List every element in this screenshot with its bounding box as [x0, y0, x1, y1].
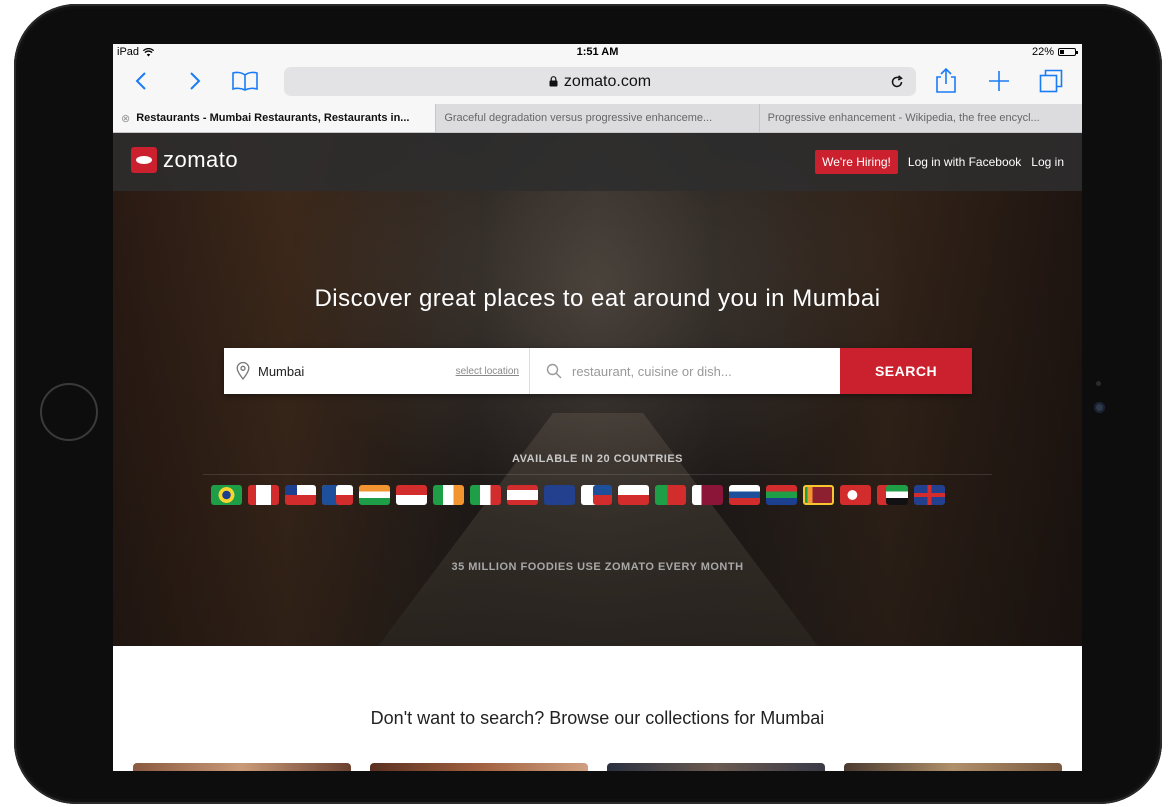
- forward-icon[interactable]: [189, 66, 201, 96]
- lock-icon: [549, 76, 558, 87]
- tab-wikipedia[interactable]: Progressive enhancement - Wikipedia, the…: [758, 104, 1082, 132]
- available-countries-text: AVAILABLE IN 20 COUNTRIES: [512, 453, 683, 465]
- flag-czech-icon[interactable]: [322, 485, 353, 505]
- search-placeholder: restaurant, cuisine or dish...: [572, 363, 732, 379]
- collection-card[interactable]: [844, 763, 1062, 771]
- select-location-link[interactable]: select location: [456, 366, 519, 377]
- flag-portugal-icon[interactable]: [655, 485, 686, 505]
- location-pin-icon: [236, 362, 250, 380]
- hero-headline: Discover great places to eat around you …: [314, 285, 881, 312]
- flag-new-zealand-icon[interactable]: [544, 485, 575, 505]
- login-link[interactable]: Log in: [1031, 155, 1064, 169]
- tabs-icon[interactable]: [1039, 66, 1063, 96]
- clock: 1:51 AM: [576, 46, 619, 58]
- tab-label: Progressive enhancement - Wikipedia, the…: [767, 112, 1040, 124]
- status-bar: iPad 1:51 AM 22%: [113, 44, 1082, 60]
- street-photo: [373, 413, 823, 646]
- new-tab-icon[interactable]: [988, 66, 1010, 96]
- flag-canada-icon[interactable]: [248, 485, 279, 505]
- screen: iPad 1:51 AM 22% zomato.com ⊗ Restaurant…: [113, 44, 1082, 771]
- flag-slovakia-icon[interactable]: [729, 485, 760, 505]
- tab-strip: ⊗ Restaurants - Mumbai Restaurants, Rest…: [113, 104, 1082, 133]
- tab-label: Graceful degradation versus progressive …: [444, 112, 713, 124]
- search-icon: [546, 363, 562, 379]
- collection-card[interactable]: [607, 763, 825, 771]
- search-button[interactable]: SEARCH: [840, 348, 972, 394]
- reload-icon[interactable]: [890, 75, 904, 89]
- sensor-dot: [1096, 381, 1101, 386]
- tab-graceful-degradation[interactable]: Graceful degradation versus progressive …: [435, 104, 758, 132]
- zomato-logo[interactable]: zomato: [131, 147, 238, 173]
- camera-lens: [1094, 402, 1105, 413]
- home-button[interactable]: [40, 383, 98, 441]
- logo-text: zomato: [163, 147, 239, 172]
- flag-brazil-icon[interactable]: [211, 485, 242, 505]
- web-content: zomato We're Hiring! Log in with Faceboo…: [113, 133, 1082, 771]
- address-bar[interactable]: zomato.com: [284, 67, 916, 96]
- hiring-button[interactable]: We're Hiring!: [815, 150, 898, 174]
- flag-qatar-icon[interactable]: [692, 485, 723, 505]
- bookmarks-icon[interactable]: [232, 66, 258, 96]
- collection-card[interactable]: [370, 763, 588, 771]
- back-icon[interactable]: [135, 66, 147, 96]
- search-bar: Mumbai select location restaurant, cuisi…: [224, 348, 972, 394]
- tab-zomato[interactable]: ⊗ Restaurants - Mumbai Restaurants, Rest…: [113, 104, 436, 132]
- location-field[interactable]: Mumbai select location: [224, 348, 530, 394]
- flag-philippines-icon[interactable]: [581, 485, 612, 505]
- flag-chile-icon[interactable]: [285, 485, 316, 505]
- battery-icon: [1058, 48, 1078, 56]
- location-value: Mumbai: [258, 363, 305, 379]
- zomato-logo-icon: [131, 147, 157, 173]
- facebook-login-link[interactable]: Log in with Facebook: [908, 155, 1021, 169]
- site-header: zomato We're Hiring! Log in with Faceboo…: [113, 133, 1082, 191]
- flag-poland-icon[interactable]: [618, 485, 649, 505]
- flag-uae-icon[interactable]: [877, 485, 908, 505]
- flag-uk-icon[interactable]: [914, 485, 945, 505]
- foodies-text: 35 MILLION FOODIES USE ZOMATO EVERY MONT…: [451, 561, 744, 573]
- collection-cards: [133, 763, 1062, 771]
- country-flags: [211, 485, 945, 505]
- share-icon[interactable]: [935, 66, 957, 96]
- header-nav: We're Hiring! Log in with Facebook Log i…: [815, 150, 1064, 174]
- flag-turkey-icon[interactable]: [840, 485, 871, 505]
- hero-section: zomato We're Hiring! Log in with Faceboo…: [113, 133, 1082, 646]
- collections-heading: Don't want to search? Browse our collect…: [370, 708, 825, 728]
- search-input[interactable]: restaurant, cuisine or dish...: [530, 348, 840, 394]
- collection-card[interactable]: [133, 763, 351, 771]
- tab-label: Restaurants - Mumbai Restaurants, Restau…: [136, 112, 410, 124]
- divider: [203, 474, 992, 475]
- flag-lebanon-icon[interactable]: [507, 485, 538, 505]
- flag-sri-lanka-icon[interactable]: [803, 485, 834, 505]
- flag-south-africa-icon[interactable]: [766, 485, 797, 505]
- flag-italy-icon[interactable]: [470, 485, 501, 505]
- battery-percent: 22%: [1031, 46, 1054, 58]
- browser-toolbar: zomato.com: [113, 60, 1082, 104]
- flag-ireland-icon[interactable]: [433, 485, 464, 505]
- url-text: zomato.com: [563, 72, 652, 90]
- flag-india-icon[interactable]: [359, 485, 390, 505]
- flag-indonesia-icon[interactable]: [396, 485, 427, 505]
- close-tab-icon[interactable]: ⊗: [121, 112, 130, 125]
